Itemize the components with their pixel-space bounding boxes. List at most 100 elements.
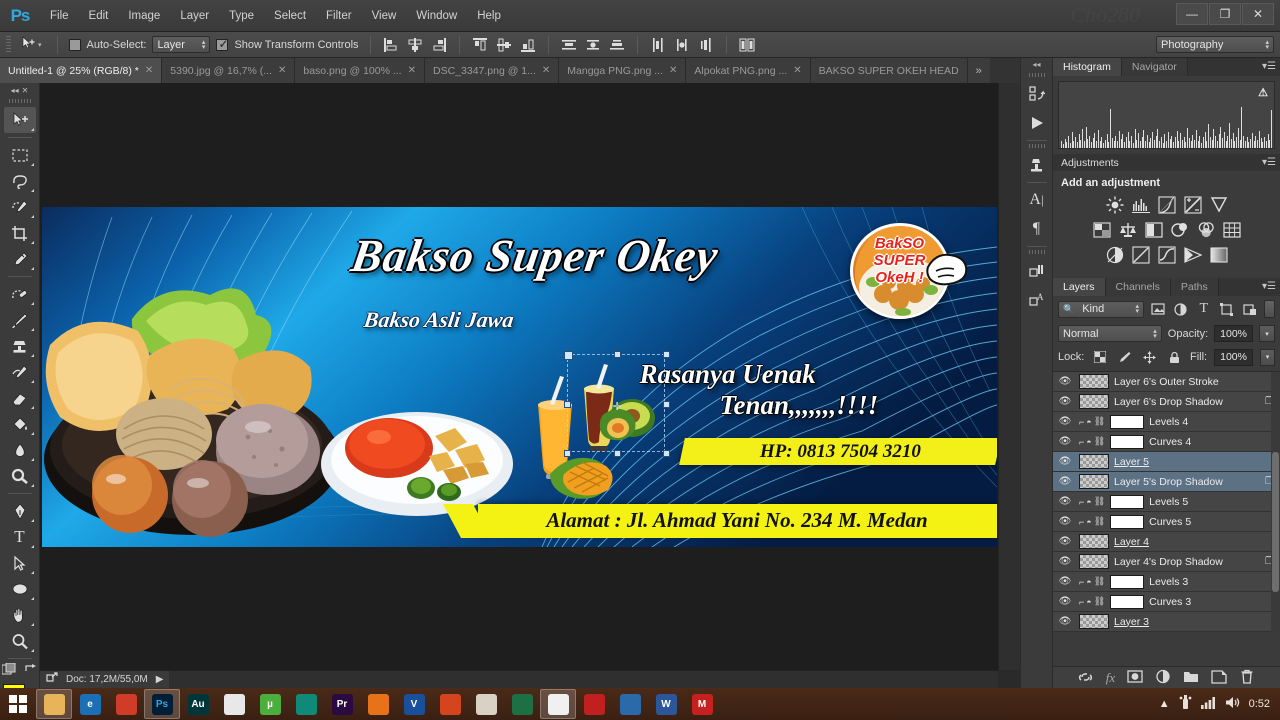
restore-button[interactable]: ❐ (1209, 3, 1241, 25)
menu-select[interactable]: Select (264, 6, 316, 26)
layer-thumbnail[interactable] (1079, 454, 1109, 469)
tab-overflow-button[interactable]: » (967, 58, 990, 83)
close-tools-icon[interactable]: ✕ (22, 86, 29, 95)
curves-icon[interactable] (1157, 195, 1176, 214)
filter-adjustment-icon[interactable] (1172, 300, 1190, 318)
layer-row[interactable]: 👁 ⌐ ◓ ⛓ Levels 5 (1053, 492, 1280, 512)
layers-scrollbar-thumb[interactable] (1272, 452, 1279, 592)
taskbar-chrome[interactable] (540, 689, 576, 719)
tool-flyout-corner-icon[interactable] (30, 623, 34, 626)
layer-name[interactable]: Levels 5 (1149, 496, 1188, 508)
auto-align-layers-icon[interactable] (738, 36, 756, 54)
close-tab-icon[interactable]: ✕ (669, 65, 677, 76)
clone-source-icon[interactable] (1023, 151, 1051, 179)
layer-name[interactable]: Layer 5's Drop Shadow (1114, 476, 1223, 488)
document-window[interactable]: Bakso Super Okey Bakso Asli Jawa Rasanya… (40, 83, 998, 670)
tool-flyout-corner-icon[interactable] (30, 189, 34, 192)
layer-mask-thumbnail[interactable] (1110, 494, 1145, 509)
layer-visibility-eye-icon[interactable]: 👁 (1056, 376, 1074, 387)
new-fill-adjustment-icon[interactable] (1155, 668, 1171, 687)
history-brush-tool[interactable] (4, 359, 36, 385)
layer-name[interactable]: Layer 6's Drop Shadow (1114, 396, 1223, 408)
tools-panel-header[interactable]: ◂◂ ✕ (0, 83, 39, 97)
layer-row[interactable]: 👁 Layer 6's Drop Shadow ❐ (1053, 392, 1280, 412)
threshold-icon[interactable] (1157, 245, 1176, 264)
close-tab-icon[interactable]: ✕ (145, 65, 153, 76)
blur-tool[interactable] (4, 437, 36, 463)
lock-image-icon[interactable] (1116, 348, 1134, 366)
styles-icon[interactable]: A (1023, 286, 1051, 314)
taskbar-gmail[interactable]: M (684, 689, 720, 719)
gradient-tool[interactable] (4, 411, 36, 437)
menu-help[interactable]: Help (467, 6, 511, 26)
layer-visibility-eye-icon[interactable]: 👁 (1056, 576, 1074, 587)
layer-visibility-eye-icon[interactable]: 👁 (1056, 476, 1074, 487)
transform-selection-box[interactable]: ✛ (563, 350, 670, 457)
document-tab-2[interactable]: baso.png @ 100% ... ✕ (295, 58, 425, 83)
taskbar-internet-explorer[interactable]: e (72, 689, 108, 719)
filter-smart-icon[interactable] (1241, 300, 1259, 318)
character-icon[interactable]: A | (1023, 186, 1051, 214)
workspace-dropdown[interactable]: Photography ▴ ▾ (1156, 36, 1274, 53)
align-top-edges-icon[interactable] (471, 36, 489, 54)
black-white-icon[interactable] (1144, 220, 1163, 239)
layer-row[interactable]: 👁 Layer 5's Drop Shadow ❐ (1053, 472, 1280, 492)
layer-name[interactable]: Levels 3 (1149, 576, 1188, 588)
brightness-contrast-icon[interactable] (1105, 195, 1124, 214)
document-tab-1[interactable]: 5390.jpg @ 16,7% (... ✕ (162, 58, 296, 83)
clone-stamp-tool[interactable] (4, 333, 36, 359)
layer-mask-thumbnail[interactable] (1110, 574, 1145, 589)
taskbar-camtasia[interactable] (288, 689, 324, 719)
taskbar-clock[interactable]: 0:52 (1249, 698, 1270, 710)
layer-visibility-eye-icon[interactable]: 👁 (1056, 616, 1074, 627)
histogram-graph[interactable]: ⚠ (1058, 81, 1275, 149)
tool-flyout-corner-icon[interactable] (30, 406, 34, 409)
menu-layer[interactable]: Layer (170, 6, 219, 26)
collapse-tools-icon[interactable]: ◂◂ (11, 86, 19, 95)
share-icon[interactable] (46, 672, 58, 687)
layers-scrollbar[interactable] (1271, 372, 1280, 632)
delete-layer-icon[interactable] (1239, 668, 1255, 687)
tool-flyout-corner-icon[interactable] (30, 571, 34, 574)
lasso-tool[interactable] (4, 168, 36, 194)
panel-tab-paths[interactable]: Paths (1170, 278, 1219, 296)
filter-pixel-icon[interactable] (1149, 300, 1167, 318)
taskbar-premiere[interactable]: Pr (324, 689, 360, 719)
taskbar-calendar[interactable] (468, 689, 504, 719)
tool-flyout-corner-icon[interactable] (30, 484, 34, 487)
transform-handle-bc[interactable] (613, 449, 621, 457)
transform-handle-mr[interactable] (662, 400, 670, 408)
taskbar-vlc[interactable] (360, 689, 396, 719)
tray-chevron-icon[interactable]: ▲ (1159, 698, 1170, 710)
layer-mask-thumbnail[interactable] (1110, 594, 1145, 609)
taskbar-photoshop[interactable]: Ps (144, 689, 180, 719)
photo-filter-icon[interactable] (1170, 220, 1189, 239)
layer-visibility-eye-icon[interactable]: 👁 (1056, 596, 1074, 607)
transform-handle-ml[interactable] (563, 400, 571, 408)
panel-tab-navigator[interactable]: Navigator (1121, 58, 1188, 76)
align-right-edges-icon[interactable] (430, 36, 448, 54)
close-tab-icon[interactable]: ✕ (278, 65, 286, 76)
menu-view[interactable]: View (362, 6, 407, 26)
taskbar-utorrent[interactable]: µ (252, 689, 288, 719)
transform-handle-br[interactable] (662, 449, 670, 457)
fill-slider-button[interactable]: ▾ (1259, 348, 1275, 366)
taskbar-audition[interactable]: Au (180, 689, 216, 719)
transform-handle-tc[interactable] (613, 350, 621, 358)
lock-position-icon[interactable] (1141, 348, 1159, 366)
current-tool-button[interactable]: ▾ (17, 36, 46, 53)
lock-all-icon[interactable] (1165, 348, 1183, 366)
document-tab-5[interactable]: Alpokat PNG.png ... ✕ (686, 58, 811, 83)
layer-row[interactable]: 👁 Layer 4 (1053, 532, 1280, 552)
dock-grip-3[interactable] (1028, 250, 1045, 254)
layer-thumbnail[interactable] (1079, 554, 1109, 569)
distribute-left-icon[interactable] (649, 36, 667, 54)
link-layers-icon[interactable] (1078, 668, 1094, 687)
layer-row[interactable]: 👁 ⌐ ◓ ⛓ Curves 4 (1053, 432, 1280, 452)
auto-select-checkbox[interactable] (68, 38, 81, 51)
layer-row[interactable]: 👁 Layer 6's Outer Stroke (1053, 372, 1280, 392)
distribute-bottom-icon[interactable] (608, 36, 626, 54)
layer-visibility-eye-icon[interactable]: 👁 (1056, 436, 1074, 447)
tool-flyout-corner-icon[interactable] (30, 354, 34, 357)
layers-panel-menu-icon[interactable]: ▾☰ (1262, 281, 1276, 292)
